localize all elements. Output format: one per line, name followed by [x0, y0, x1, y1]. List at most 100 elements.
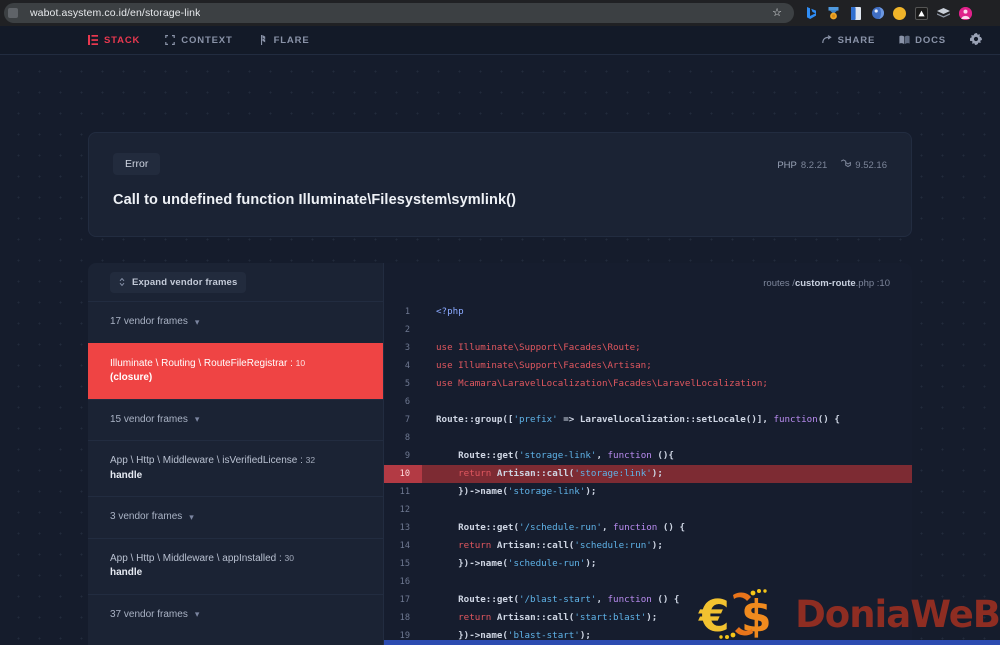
line-number: 4 [404, 361, 410, 371]
share-button[interactable]: SHARE [821, 34, 876, 46]
code-path-ext: .php : [855, 277, 880, 289]
code-line: 17 Route::get('/blast-start', function (… [384, 591, 912, 609]
frame-class-1: Illuminate \ Routing \ RouteFileRegistra… [110, 357, 288, 369]
code-line: 10 return Artisan::call('storage:link'); [384, 465, 912, 483]
frame-method-1: (closure) [110, 372, 153, 383]
site-favicon-icon [8, 8, 18, 18]
stack-icon[interactable] [937, 7, 950, 20]
frame-appinstalled[interactable]: App \ Http \ Middleware \ appInstalled :… [88, 537, 383, 594]
code-line: 4 use Illuminate\Support\Facades\Artisan; [384, 357, 912, 375]
gear-icon[interactable] [970, 33, 982, 47]
code-path-line: 10 [879, 277, 890, 289]
tab-flare[interactable]: FLARE [258, 35, 310, 46]
tab-context[interactable]: CONTEXT [165, 35, 232, 46]
frame-line-2: 32 [305, 455, 316, 465]
code-line: 18 return Artisan::call('start:blast'); [384, 609, 912, 627]
medal-icon[interactable] [827, 6, 840, 20]
profile-avatar-icon[interactable] [959, 6, 972, 20]
line-number: 17 [399, 595, 410, 605]
php-version: PHP 8.2.21 [777, 160, 827, 171]
frame-vendor-group-4[interactable]: 37 vendor frames ▾ [88, 593, 383, 636]
main-split: Expand vendor frames 17 vendor frames ▾ … [88, 263, 912, 645]
code-line: 14 return Artisan::call('schedule:run'); [384, 537, 912, 555]
frame-vendor-label-3: 3 vendor frames [110, 511, 183, 522]
nav-actions: SHARE DOCS [821, 33, 1000, 47]
code-line: 13 Route::get('/schedule-run', function … [384, 519, 912, 537]
chevron-down-icon: ▾ [194, 609, 200, 620]
browser-toolbar: wabot.asystem.co.id/en/storage-link ☆ [0, 0, 1000, 26]
frame-vendor-group-3[interactable]: 3 vendor frames ▾ [88, 496, 383, 538]
docs-button[interactable]: DOCS [899, 35, 946, 46]
chevron-down-icon: ▾ [189, 511, 194, 522]
tab-stack-label: STACK [104, 34, 141, 46]
error-card: Error Call to undefined function Illumin… [88, 132, 912, 237]
code-line: 6 [384, 393, 912, 411]
line-number: 2 [404, 325, 410, 335]
line-number: 15 [399, 559, 410, 569]
tab-stack[interactable]: STACK [88, 35, 140, 46]
line-number: 9 [404, 451, 410, 461]
code-line: 12 [384, 501, 912, 519]
code-line: 8 [384, 429, 912, 447]
globe-icon[interactable] [871, 7, 884, 20]
line-source: use Mcamara\LaravelLocalization\Facades\… [436, 378, 768, 389]
orange-circle-icon[interactable] [893, 6, 906, 20]
expand-row: Expand vendor frames [88, 263, 383, 301]
line-source: Route::get('/schedule-run', function () … [436, 522, 685, 533]
stack-lines-icon [88, 35, 98, 45]
code-line: 7 Route::group(['prefix' => LaravelLocali… [384, 411, 912, 429]
code-line: 2 [384, 321, 912, 339]
frame-vendor-group-1[interactable]: 17 vendor frames ▾ [88, 301, 383, 343]
line-source: Route::get('/blast-start', function () { [436, 594, 680, 605]
line-number: 18 [399, 613, 410, 623]
nav-tabs: STACK CONTEXT FLARE [0, 35, 310, 46]
code-line: 15 })->name('schedule-run'); [384, 555, 912, 573]
document-icon[interactable] [849, 6, 862, 20]
line-source: return Artisan::call('storage:link'); [458, 468, 663, 479]
line-number: 8 [404, 433, 410, 443]
page-title: Call to undefined function Illuminate\Fi… [113, 192, 516, 208]
frame-isverifiedlicense[interactable]: App \ Http \ Middleware \ isVerifiedLice… [88, 440, 383, 496]
line-number: 6 [404, 397, 410, 407]
bookmark-star-icon[interactable]: ☆ [772, 7, 784, 19]
line-number: 5 [404, 379, 410, 389]
line-number: 14 [399, 541, 410, 551]
frame-method-3: handle [110, 567, 143, 578]
frame-line-3: 30 [284, 552, 295, 563]
code-line: 1 <?php [384, 303, 912, 321]
line-number: 3 [404, 343, 410, 353]
frame-vendor-group-2[interactable]: 15 vendor frames ▾ [88, 398, 383, 441]
horizontal-scrollbar[interactable] [384, 640, 1000, 645]
line-number: 16 [399, 577, 410, 587]
frame-routefileregistrar[interactable]: Illuminate \ Routing \ RouteFileRegistra… [88, 342, 383, 399]
code-editor[interactable]: 1 <?php 2 3 use Illuminate\Support\Facades\R… [384, 303, 912, 645]
bing-chat-icon[interactable] [805, 7, 818, 20]
code-line: 3 use Illuminate\Support\Facades\Route; [384, 339, 912, 357]
frame-line-1: 10 [295, 357, 306, 368]
line-number: 7 [404, 415, 410, 425]
updown-chevrons-icon [119, 277, 125, 287]
page-content: Error Call to undefined function Illumin… [0, 55, 1000, 645]
flare-icon [258, 35, 268, 45]
line-source: })->name('schedule-run'); [436, 558, 597, 569]
chevron-down-icon: ▾ [194, 414, 200, 425]
docs-label: DOCS [915, 34, 946, 46]
framework-version-value: 9.52.16 [855, 160, 887, 171]
laravel-icon [841, 159, 852, 172]
address-bar[interactable]: wabot.asystem.co.id/en/storage-link ☆ [4, 3, 794, 23]
code-line: 5 use Mcamara\LaravelLocalization\Facades… [384, 375, 912, 393]
expand-vendor-frames-button[interactable]: Expand vendor frames [110, 271, 247, 293]
line-source: <?php [436, 306, 464, 317]
frame-method-2: handle [110, 469, 143, 481]
dark-square-icon[interactable] [915, 6, 928, 20]
line-number: 12 [399, 505, 410, 515]
url-text: wabot.asystem.co.id/en/storage-link [30, 7, 201, 19]
code-path-file: custom-route [794, 277, 856, 289]
chevron-down-icon: ▾ [194, 316, 200, 327]
frame-vendor-label-2: 15 vendor frames [110, 413, 188, 425]
line-source: return Artisan::call('start:blast'); [458, 612, 658, 623]
flare-navbar: STACK CONTEXT FLARE SHARE DOCS [0, 26, 1000, 55]
code-line: 16 [384, 573, 912, 591]
share-label: SHARE [837, 34, 876, 46]
tab-context-label: CONTEXT [181, 34, 233, 46]
